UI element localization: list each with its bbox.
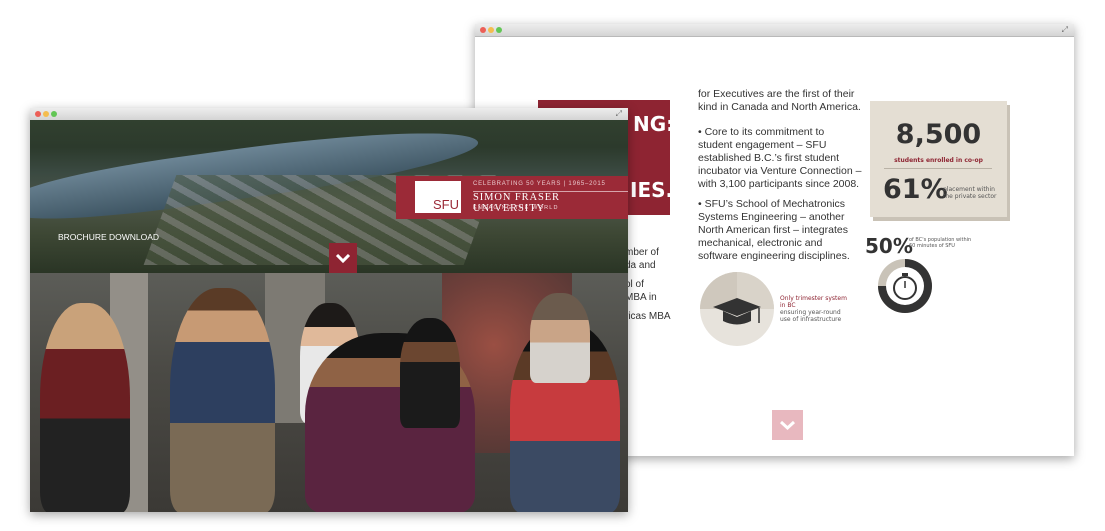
- placement-percent: 61%: [883, 174, 948, 205]
- divider: [884, 168, 992, 169]
- close-window-icon[interactable]: [35, 111, 41, 117]
- zoom-window-icon[interactable]: [496, 27, 502, 33]
- placement-label: placement within the private sector: [943, 186, 997, 200]
- text-line: mechanical, electronic and: [698, 237, 823, 249]
- fullscreen-icon[interactable]: ⤢: [616, 109, 622, 119]
- text-line: MBA in: [625, 292, 657, 303]
- population-label: of BC's population within 60 minutes of …: [909, 237, 972, 249]
- text-line: kind in Canada and North America.: [698, 101, 861, 113]
- text-line: established B.C.’s first student: [698, 152, 840, 164]
- text-line: ricas MBA: [625, 311, 671, 322]
- cut-left-text: mber of da and ol of MBA in ricas MBA: [625, 246, 671, 323]
- text-line: incubator via Venture Connection –: [698, 165, 862, 177]
- student-figure: [170, 288, 275, 512]
- minimize-window-icon[interactable]: [488, 27, 494, 33]
- population-percent: 50%: [865, 234, 913, 258]
- scroll-down-button[interactable]: [329, 243, 357, 273]
- chevron-down-icon: [335, 253, 351, 264]
- graduation-cap-pie-icon: [700, 272, 774, 346]
- zoom-window-icon[interactable]: [51, 111, 57, 117]
- students-count: 8,500: [895, 119, 982, 150]
- trimester-note-text: ensuring year-round use of infrastructur…: [780, 309, 842, 323]
- student-figure: [40, 303, 130, 512]
- tagline: ENGAGING THE WORLD: [473, 205, 559, 211]
- text-line: ol of: [625, 279, 644, 290]
- text-line: student engagement – SFU: [698, 139, 827, 151]
- homepage-window: ⤢ SFU CELEBRATING 50 YEARS | 1965–2015 S…: [30, 108, 628, 512]
- text-line: North American first – integrates: [698, 224, 848, 236]
- stopwatch-icon: [878, 259, 932, 313]
- paragraph-executives: for Executives are the first of their ki…: [698, 88, 861, 114]
- text-line: • Core to its commitment to: [698, 126, 825, 138]
- paragraph-engagement: • Core to its commitment to student enga…: [698, 126, 861, 191]
- text-line: software engineering disciplines.: [698, 250, 850, 262]
- fullscreen-icon[interactable]: ⤢: [1062, 25, 1068, 35]
- logo-text: SFU: [433, 197, 459, 212]
- heading-fragment-1: NG:: [633, 112, 675, 136]
- students-label: students enrolled in co-op: [894, 157, 983, 164]
- trimester-note: Only trimester system in BC ensuring yea…: [780, 295, 850, 323]
- sfu-logo[interactable]: SFU: [415, 181, 461, 213]
- heading-fragment-2: IES.: [630, 178, 674, 202]
- text-line: mber of: [625, 247, 659, 258]
- text-line: Systems Engineering – another: [698, 211, 845, 223]
- text-line: for Executives are the first of their: [698, 88, 855, 100]
- paragraph-mechatronics: • SFU’s School of Mechatronics Systems E…: [698, 198, 850, 263]
- scroll-down-button[interactable]: [772, 410, 803, 440]
- minimize-window-icon[interactable]: [43, 111, 49, 117]
- brochure-download-link[interactable]: BROCHURE DOWNLOAD: [58, 232, 159, 242]
- coop-stat-card: 8,500 students enrolled in co-op 61% pla…: [870, 101, 1007, 217]
- student-figure: [400, 318, 460, 428]
- anniversary-text: CELEBRATING 50 YEARS | 1965–2015: [473, 181, 606, 187]
- students-photo: [30, 273, 628, 512]
- text-line: • SFU’s School of Mechatronics: [698, 198, 846, 210]
- close-window-icon[interactable]: [480, 27, 486, 33]
- text-line: da and: [625, 260, 656, 271]
- trimester-note-highlight: Only trimester system in BC: [780, 295, 847, 309]
- student-figure: [530, 293, 590, 383]
- text-line: with 3,100 participants since 2008.: [698, 178, 860, 190]
- chevron-down-icon: [779, 420, 796, 431]
- window-titlebar: ⤢: [475, 24, 1074, 37]
